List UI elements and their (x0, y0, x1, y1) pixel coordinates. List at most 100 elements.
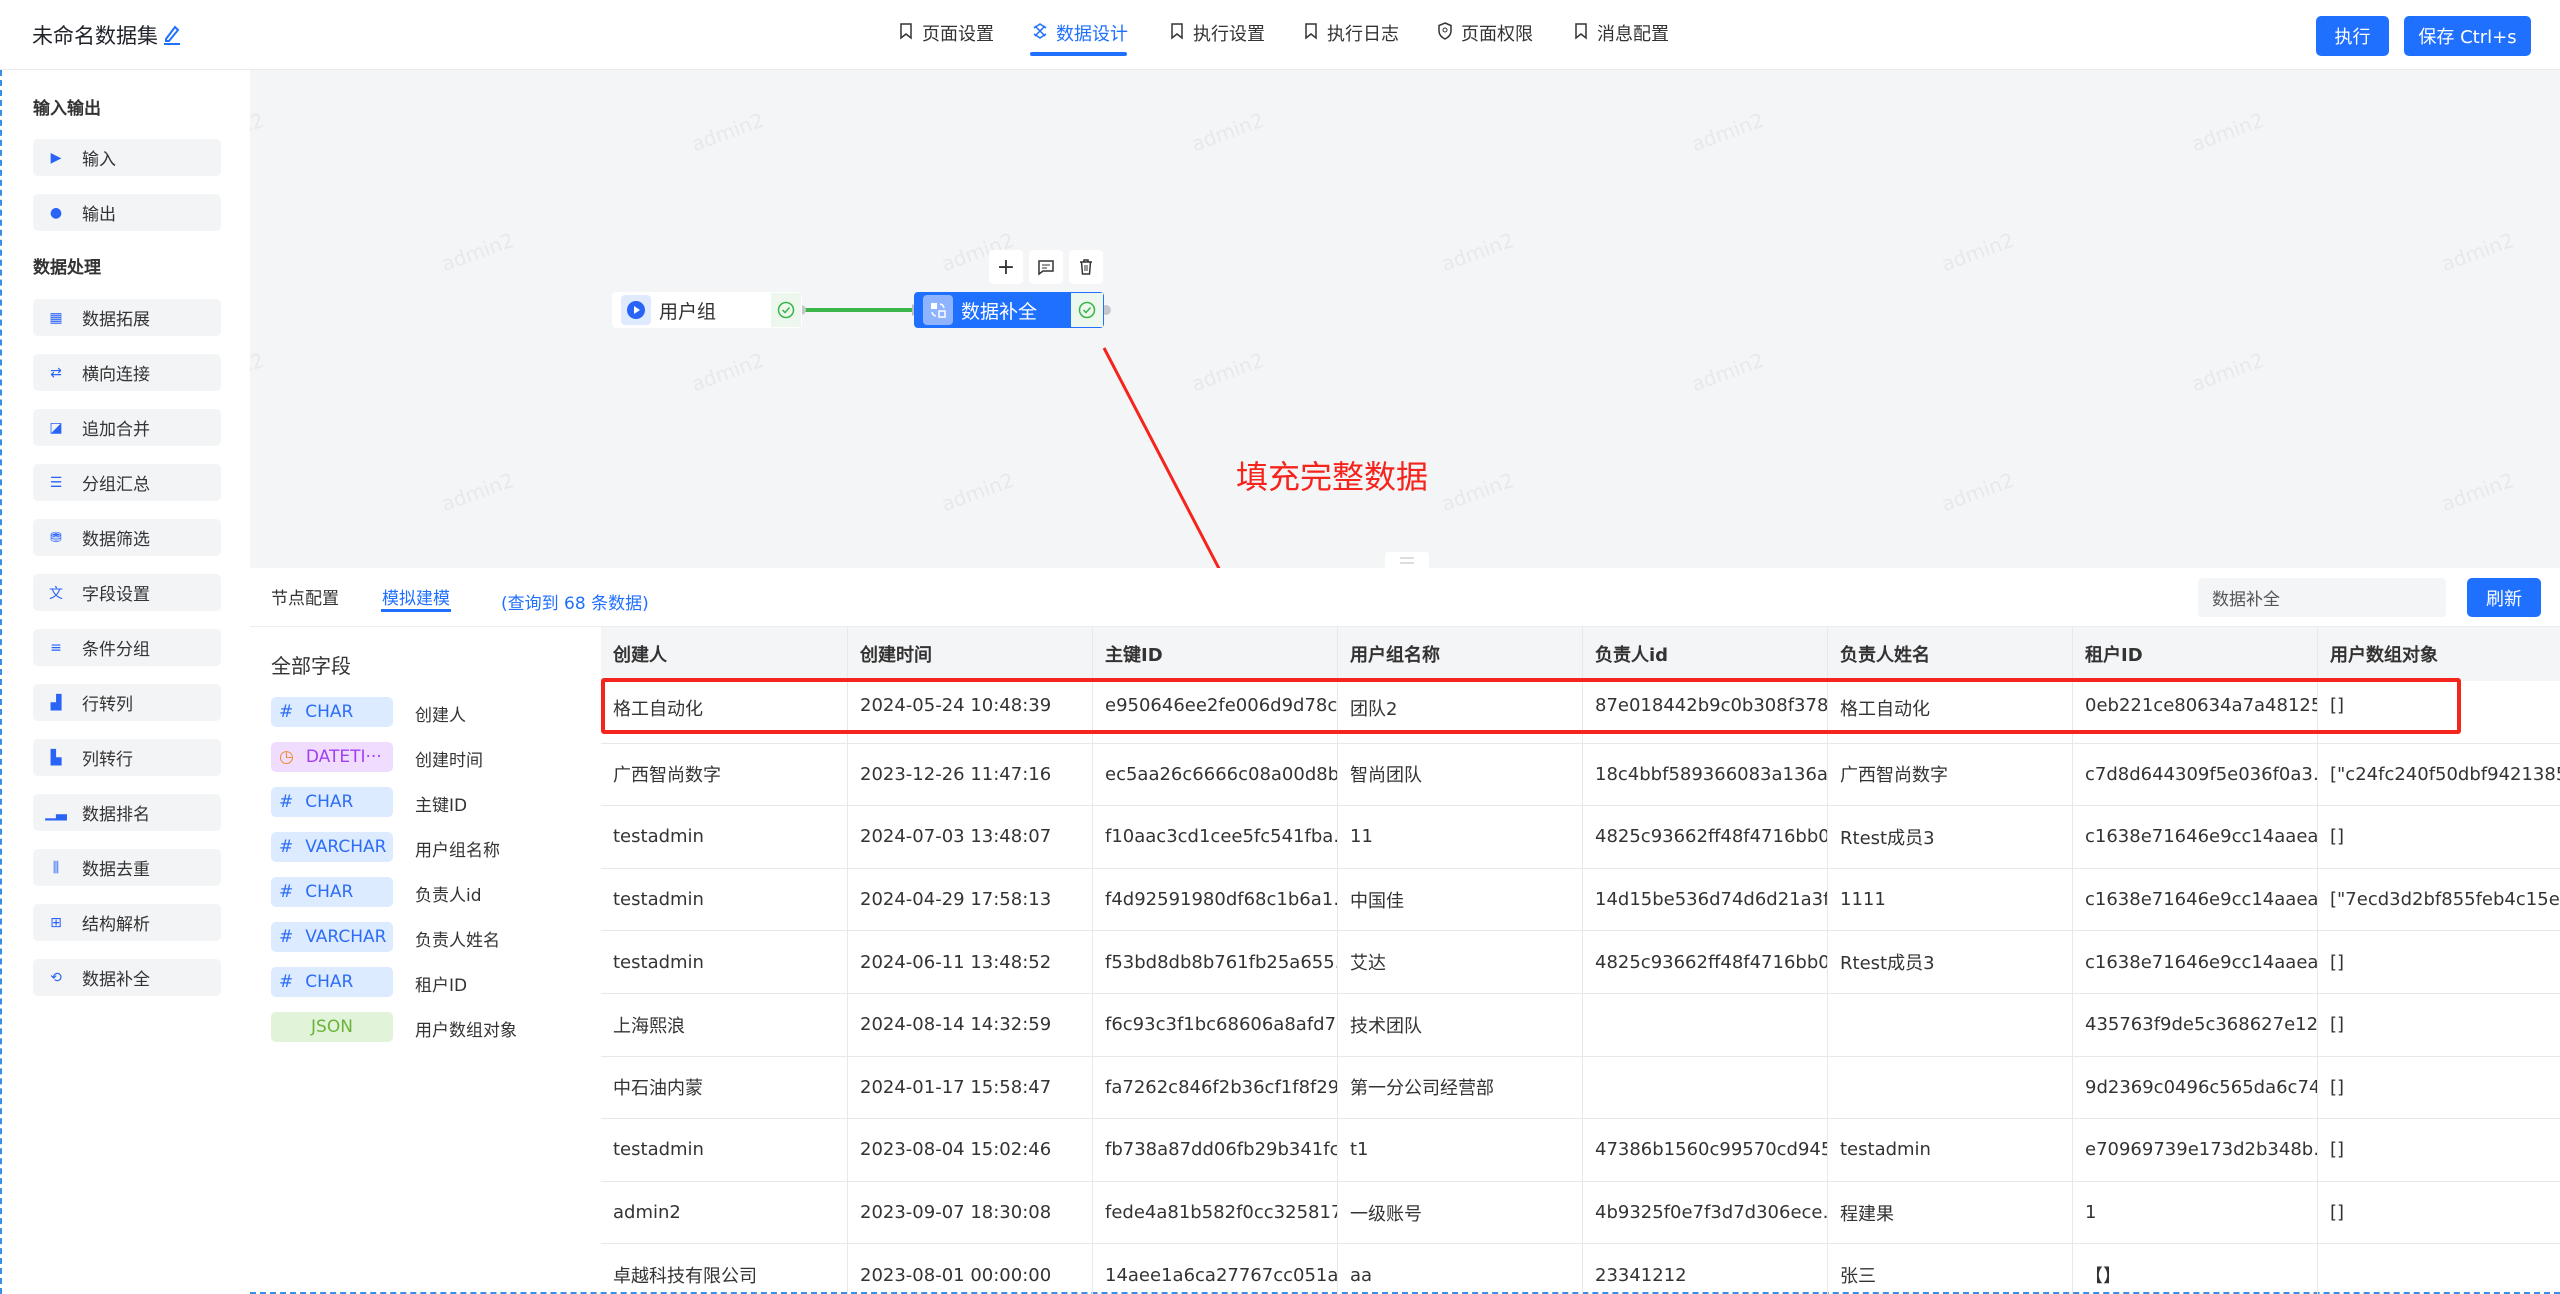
table-cell: 4b9325f0e7f3d7d306ece… (1583, 1181, 1828, 1245)
section-title-io: 输入输出 (33, 99, 101, 119)
hash-icon: # (279, 792, 294, 812)
tab-5[interactable]: 消息配置 (1573, 20, 1669, 46)
comment-button[interactable] (1029, 250, 1063, 284)
field-type-tag: ◷ DATETI··· (271, 742, 393, 772)
table-cell: fa7262c846f2b36cf1f8f29… (1093, 1056, 1338, 1120)
table-cell: 4825c93662ff48f4716bb0… (1583, 806, 1828, 869)
node-label: 数据补全 (961, 300, 1038, 323)
tab-0[interactable]: 页面设置 (898, 20, 994, 46)
bookmark-icon (1303, 22, 1319, 45)
table-cell: 艾达 (1338, 931, 1583, 994)
column-header[interactable]: 租户ID (2073, 627, 2318, 681)
field-type: CHAR (305, 882, 354, 902)
expand-icon: ▦ (49, 309, 63, 326)
field-name: 主键ID (415, 796, 468, 816)
sidebar-item-play[interactable]: ▶ 输入 (33, 139, 221, 176)
complete-icon (923, 295, 953, 325)
delete-node-button[interactable] (1069, 250, 1103, 284)
sidebar-item-merge[interactable]: ◪ 追加合并 (33, 409, 221, 446)
table-cell: c7d8d644309f5e036f0a3… (2073, 743, 2318, 807)
sidebar-item-label: 追加合并 (82, 420, 150, 440)
column-header[interactable]: 创建时间 (848, 627, 1093, 681)
sidebar-item-complete[interactable]: ⟲ 数据补全 (33, 959, 221, 996)
field-type: CHAR (305, 972, 354, 992)
table-cell: ec5aa26c6666c08a00d8b… (1093, 743, 1338, 807)
sidebar-item-group[interactable]: ☰ 分组汇总 (33, 464, 221, 501)
table-cell: 2023-09-07 18:30:08 (848, 1181, 1093, 1245)
sidebar-item-translate[interactable]: 文 字段设置 (33, 574, 221, 611)
parse-icon: ⊞ (50, 914, 62, 931)
column-header[interactable]: 负责人姓名 (1828, 627, 2073, 681)
check-circle-icon (771, 293, 801, 327)
node-search-input[interactable] (2198, 578, 2446, 617)
sidebar-item-condition[interactable]: ≡ 条件分组 (33, 629, 221, 666)
field-type: CHAR (305, 792, 354, 812)
table-cell: 14d15be536d74d6d21a3f… (1583, 868, 1828, 932)
tab-4[interactable]: 页面权限 (1437, 20, 1533, 46)
sidebar-item-output[interactable]: ● 输出 (33, 194, 221, 231)
field-type-tag: # CHAR (271, 877, 393, 907)
sidebar-item-label: 数据拓展 (82, 310, 150, 330)
tab-1[interactable]: 数据设计 (1032, 20, 1128, 46)
field-type: VARCHAR (305, 837, 387, 857)
bottom-panel: 节点配置 模拟建模 (查询到 68 条数据) 刷新 全部字段 # CHAR 创建人 ◷… (250, 568, 2560, 1294)
check-circle-icon (1071, 293, 1103, 327)
sidebar-item-label: 数据去重 (82, 860, 150, 880)
sidebar-item-join[interactable]: ⇄ 横向连接 (33, 354, 221, 391)
add-node-button[interactable]: + (989, 250, 1023, 284)
field-type-tag: # CHAR (271, 787, 393, 817)
tab-2[interactable]: 执行设置 (1169, 20, 1265, 46)
node-user-group[interactable]: 用户组 (612, 292, 802, 328)
panel-resize-handle[interactable] (1385, 552, 1429, 568)
sidebar-item-label: 输入 (82, 150, 116, 170)
tab-3[interactable]: 执行日志 (1303, 20, 1399, 46)
trash-icon (1080, 259, 1092, 275)
node-toolbar: + (989, 250, 1103, 284)
tab-node-config[interactable]: 节点配置 (271, 584, 339, 609)
sidebar-item-expand[interactable]: ▦ 数据拓展 (33, 299, 221, 336)
sidebar-item-rank[interactable]: ▁▃ 数据排名 (33, 794, 221, 831)
column-header[interactable]: 主键ID (1093, 627, 1338, 681)
merge-icon: ◪ (49, 419, 63, 436)
dedupe-icon: ⫼ (52, 859, 60, 876)
column-header[interactable]: 用户数组对象 (2318, 627, 2560, 681)
sidebar-item-label: 字段设置 (82, 585, 150, 605)
node-data-complete[interactable]: 数据补全 (914, 292, 1104, 328)
table-cell: [] (2318, 1182, 2560, 1245)
table-cell: 23341212 (1583, 1244, 1828, 1294)
sidebar-item-filter[interactable]: ⛃ 数据筛选 (33, 519, 221, 556)
field-type: CHAR (305, 702, 354, 722)
sidebar-item-parse[interactable]: ⊞ 结构解析 (33, 904, 221, 941)
table-cell: 14aee1a6ca27767cc051a… (1093, 1244, 1338, 1294)
sidebar-item-dedupe[interactable]: ⫼ 数据去重 (33, 849, 221, 886)
table-cell (1583, 994, 1828, 1057)
column-header[interactable]: 用户组名称 (1338, 627, 1583, 681)
sidebar-item-row-to-col[interactable]: ▟ 行转列 (33, 684, 221, 721)
edit-icon[interactable] (162, 22, 182, 46)
table-cell: 2024-08-14 14:32:59 (848, 994, 1093, 1057)
table-cell: f10aac3cd1cee5fc541fba… (1093, 806, 1338, 869)
table-cell (1828, 994, 2073, 1057)
table-cell: c1638e71646e9cc14aaea… (2073, 806, 2318, 869)
rank-icon: ▁▃ (45, 804, 67, 821)
table-cell: 18c4bbf589366083a136a… (1583, 743, 1828, 807)
save-button[interactable]: 保存 Ctrl+s (2404, 16, 2531, 56)
table-cell: testadmin (601, 931, 848, 994)
field-name: 创建人 (415, 706, 466, 726)
sidebar-item-col-to-row[interactable]: ▙ 列转行 (33, 739, 221, 776)
table-cell: 程建果 (1828, 1181, 2073, 1245)
group-icon: ☰ (49, 474, 63, 491)
table-cell: aa (1338, 1244, 1583, 1294)
column-header[interactable]: 创建人 (601, 627, 848, 681)
field-name: 创建时间 (415, 751, 483, 771)
column-header[interactable]: 负责人id (1583, 627, 1828, 681)
table-cell (1828, 1056, 2073, 1120)
table-cell: 一级账号 (1338, 1181, 1583, 1245)
table-cell: [] (2318, 931, 2560, 994)
table-cell: t1 (1338, 1119, 1583, 1182)
field-type-tag: # VARCHAR (271, 832, 393, 862)
play-icon (621, 295, 651, 325)
run-button[interactable]: 执行 (2316, 16, 2389, 56)
tab-mock-modeling[interactable]: 模拟建模 (382, 584, 450, 609)
refresh-button[interactable]: 刷新 (2467, 578, 2541, 617)
